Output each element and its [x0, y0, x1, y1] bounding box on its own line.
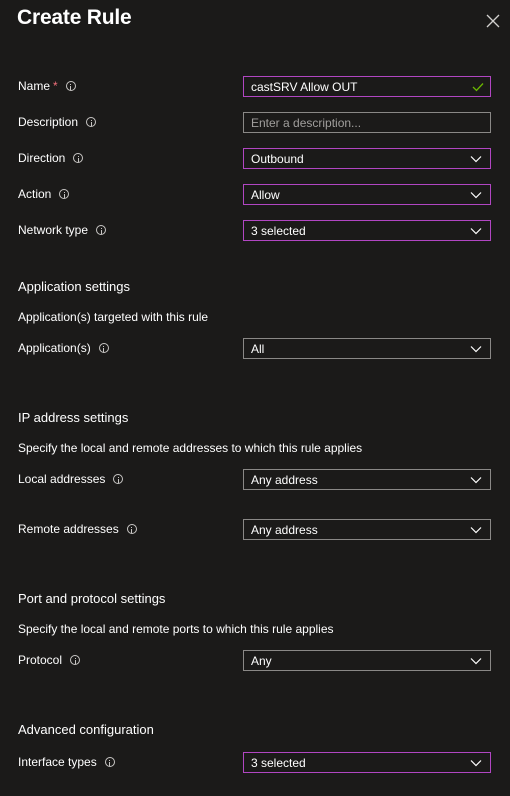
chevron-down-icon[interactable]	[470, 155, 482, 163]
close-icon[interactable]	[484, 12, 502, 30]
description-label: Description	[18, 115, 79, 129]
chevron-down-icon[interactable]	[470, 191, 482, 199]
direction-label: Direction	[18, 151, 66, 165]
interface-types-value[interactable]: 3 selected	[244, 756, 470, 770]
remote-addresses-value[interactable]: Any address	[244, 523, 470, 537]
info-icon[interactable]	[65, 81, 76, 91]
port-settings-heading: Port and protocol settings	[18, 591, 166, 606]
applications-dropdown[interactable]: All	[243, 338, 491, 359]
info-icon[interactable]	[113, 474, 124, 484]
required-asterisk: *	[53, 79, 58, 93]
chevron-down-icon[interactable]	[470, 657, 482, 665]
info-icon[interactable]	[70, 655, 81, 665]
network-type-label-row: Network type	[18, 220, 107, 240]
protocol-dropdown[interactable]: Any	[243, 650, 491, 671]
info-icon[interactable]	[104, 757, 115, 767]
protocol-label-row: Protocol	[18, 650, 81, 670]
local-addresses-label-row: Local addresses	[18, 469, 124, 489]
port-settings-description: Specify the local and remote ports to wh…	[18, 622, 334, 636]
interface-types-dropdown[interactable]: 3 selected	[243, 752, 491, 773]
ip-settings-description: Specify the local and remote addresses t…	[18, 441, 363, 455]
info-icon[interactable]	[98, 343, 109, 353]
panel-title: Create Rule	[17, 6, 132, 29]
remote-addresses-dropdown[interactable]: Any address	[243, 519, 491, 540]
name-label-row: Name *	[18, 76, 76, 96]
direction-dropdown[interactable]: Outbound	[243, 148, 491, 169]
applications-value[interactable]: All	[244, 342, 470, 356]
checkmark-icon	[472, 82, 484, 91]
protocol-value[interactable]: Any	[244, 654, 470, 668]
info-icon[interactable]	[86, 117, 97, 127]
network-type-label: Network type	[18, 223, 89, 237]
ip-settings-heading: IP address settings	[18, 410, 129, 425]
remote-addresses-label: Remote addresses	[18, 522, 119, 536]
info-icon[interactable]	[96, 225, 107, 235]
local-addresses-label: Local addresses	[18, 472, 106, 486]
applications-label: Application(s)	[18, 341, 91, 355]
applications-label-row: Application(s)	[18, 338, 109, 358]
chevron-down-icon[interactable]	[470, 345, 482, 353]
remote-addresses-label-row: Remote addresses	[18, 519, 137, 539]
info-icon[interactable]	[126, 524, 137, 534]
info-icon[interactable]	[59, 189, 70, 199]
protocol-label: Protocol	[18, 653, 63, 667]
direction-label-row: Direction	[18, 148, 84, 168]
chevron-down-icon[interactable]	[470, 476, 482, 484]
chevron-down-icon[interactable]	[470, 759, 482, 767]
interface-types-label: Interface types	[18, 755, 97, 769]
action-dropdown[interactable]: Allow	[243, 184, 491, 205]
action-label: Action	[18, 187, 52, 201]
advanced-configuration-heading: Advanced configuration	[18, 722, 154, 737]
description-input[interactable]	[244, 114, 473, 131]
description-field[interactable]	[243, 112, 491, 133]
name-value[interactable]: castSRV Allow OUT	[244, 80, 472, 94]
network-type-dropdown[interactable]: 3 selected	[243, 220, 491, 241]
action-value[interactable]: Allow	[244, 188, 470, 202]
application-settings-heading: Application settings	[18, 279, 131, 294]
network-type-value[interactable]: 3 selected	[244, 224, 470, 238]
interface-types-label-row: Interface types	[18, 752, 115, 772]
action-label-row: Action	[18, 184, 70, 204]
application-settings-description: Application(s) targeted with this rule	[18, 310, 209, 324]
chevron-down-icon[interactable]	[470, 227, 482, 235]
info-icon[interactable]	[73, 153, 84, 163]
local-addresses-value[interactable]: Any address	[244, 473, 470, 487]
name-field[interactable]: castSRV Allow OUT	[243, 76, 491, 97]
local-addresses-dropdown[interactable]: Any address	[243, 469, 491, 490]
chevron-down-icon[interactable]	[470, 526, 482, 534]
name-label: Name	[18, 79, 51, 93]
description-label-row: Description	[18, 112, 97, 132]
direction-value[interactable]: Outbound	[244, 152, 470, 166]
